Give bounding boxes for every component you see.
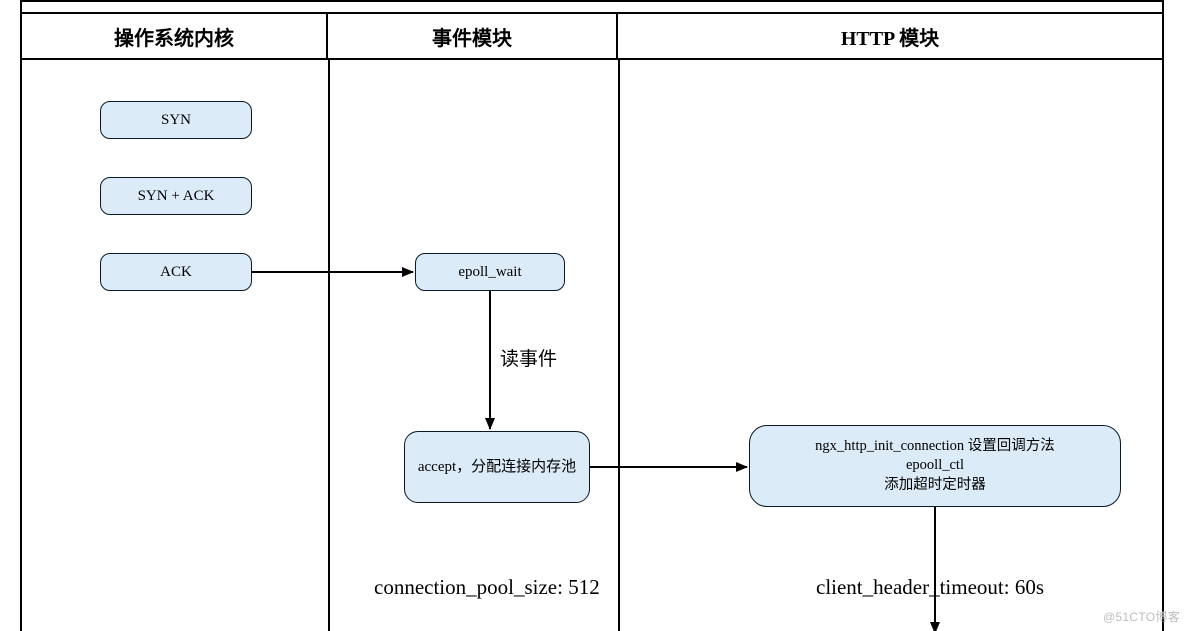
arrows-layer — [22, 2, 1166, 631]
edge-label-read-event: 读事件 — [500, 344, 557, 371]
header-os-kernel: 操作系统内核 — [22, 14, 328, 58]
watermark: @51CTO博客 — [1103, 608, 1180, 625]
node-http-init: ngx_http_init_connection 设置回调方法 epooll_c… — [749, 425, 1121, 507]
caption-client-header-timeout: client_header_timeout: 60s — [816, 575, 1044, 600]
node-accept: accept，分配连接内存池 — [404, 431, 590, 503]
column-divider-1 — [328, 60, 330, 631]
diagram-frame: 操作系统内核 事件模块 HTTP 模块 SYN SYN + ACK ACK ep… — [20, 0, 1164, 631]
node-syn-ack: SYN + ACK — [100, 177, 252, 215]
header-http-module: HTTP 模块 — [618, 14, 1162, 58]
header-row: 操作系统内核 事件模块 HTTP 模块 — [22, 12, 1162, 60]
node-epoll-wait: epoll_wait — [415, 253, 565, 291]
column-divider-2 — [618, 60, 620, 631]
caption-connection-pool: connection_pool_size: 512 — [374, 575, 600, 600]
node-syn: SYN — [100, 101, 252, 139]
header-event-module: 事件模块 — [328, 14, 618, 58]
node-ack: ACK — [100, 253, 252, 291]
